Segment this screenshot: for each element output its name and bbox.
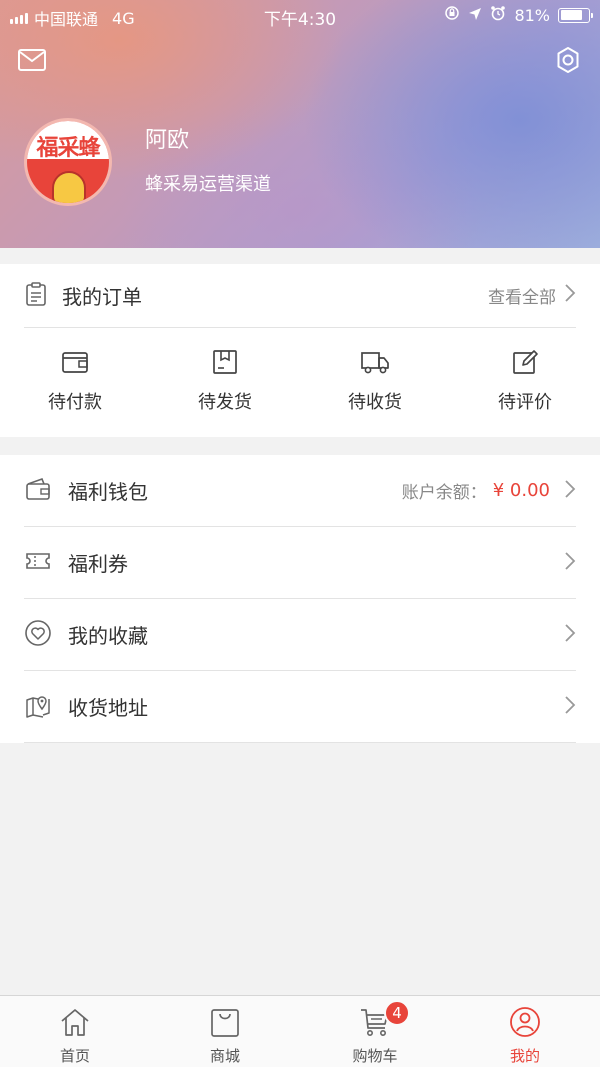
orders-title: 我的订单 bbox=[62, 285, 142, 309]
wallet-icon bbox=[24, 476, 52, 506]
tab-mine[interactable]: 我的 bbox=[450, 996, 600, 1067]
menu-label: 收货地址 bbox=[68, 696, 148, 720]
status-bar: 中国联通 4G 下午4:30 81% bbox=[0, 0, 600, 30]
battery-percent: 81% bbox=[514, 5, 550, 25]
order-status-label: 待评价 bbox=[498, 392, 552, 413]
location-icon bbox=[468, 6, 482, 25]
mail-icon[interactable] bbox=[16, 44, 48, 76]
chevron-right-icon bbox=[564, 551, 576, 575]
alarm-icon bbox=[490, 5, 506, 25]
balance-value: ¥ 0.00 bbox=[492, 480, 550, 501]
menu-section: 福利钱包 账户余额： ¥ 0.00 福利券 我的收藏 收货地址 bbox=[0, 455, 600, 743]
balance-label: 账户余额： bbox=[401, 483, 487, 503]
tab-bar: 首页 商城 4 购物车 我的 bbox=[0, 995, 600, 1067]
tab-home[interactable]: 首页 bbox=[0, 996, 150, 1067]
avatar-logo-text: 福采蜂 bbox=[36, 136, 100, 161]
menu-label: 我的收藏 bbox=[68, 624, 148, 648]
order-status-pending-payment[interactable]: 待付款 bbox=[0, 348, 150, 414]
truck-icon bbox=[359, 348, 391, 380]
package-icon bbox=[210, 348, 240, 380]
edit-icon bbox=[510, 348, 540, 380]
order-status-row: 待付款 待发货 待收货 待评价 bbox=[0, 348, 600, 414]
cart-badge: 4 bbox=[384, 1000, 410, 1026]
settings-icon[interactable] bbox=[552, 44, 584, 76]
order-status-pending-shipment[interactable]: 待发货 bbox=[150, 348, 300, 414]
avatar[interactable]: 福采蜂 bbox=[24, 118, 112, 206]
ticket-icon bbox=[24, 548, 52, 578]
view-all-label: 查看全部 bbox=[488, 288, 556, 308]
heart-icon bbox=[24, 619, 52, 651]
tab-mall[interactable]: 商城 bbox=[150, 996, 300, 1067]
wallet-icon bbox=[60, 348, 90, 380]
chevron-right-icon bbox=[564, 283, 576, 308]
menu-label: 福利钱包 bbox=[68, 480, 148, 504]
profile-header: 中国联通 4G 下午4:30 81% 福采蜂 阿欧 蜂采易运营渠道 bbox=[0, 0, 600, 248]
mascot-icon bbox=[52, 171, 86, 203]
menu-item-address[interactable]: 收货地址 bbox=[24, 671, 576, 743]
user-icon bbox=[508, 1006, 542, 1042]
chevron-right-icon bbox=[564, 479, 576, 503]
user-channel: 蜂采易运营渠道 bbox=[145, 174, 271, 195]
orders-header[interactable]: 我的订单 查看全部 bbox=[24, 264, 576, 328]
menu-item-favorites[interactable]: 我的收藏 bbox=[24, 599, 576, 671]
order-status-label: 待收货 bbox=[348, 392, 402, 413]
chevron-right-icon bbox=[564, 695, 576, 719]
menu-label: 福利券 bbox=[68, 552, 128, 576]
chevron-right-icon bbox=[564, 623, 576, 647]
home-icon bbox=[58, 1006, 92, 1042]
lock-rotation-icon bbox=[444, 5, 460, 25]
shopping-bag-icon bbox=[208, 1006, 242, 1042]
order-status-pending-review[interactable]: 待评价 bbox=[450, 348, 600, 414]
clipboard-icon bbox=[24, 281, 48, 311]
tab-label: 商城 bbox=[209, 1047, 240, 1065]
map-pin-icon bbox=[24, 691, 52, 723]
tab-label: 我的 bbox=[509, 1047, 540, 1065]
tab-label: 购物车 bbox=[352, 1047, 398, 1065]
tab-cart[interactable]: 4 购物车 bbox=[300, 996, 450, 1067]
order-status-pending-receipt[interactable]: 待收货 bbox=[300, 348, 450, 414]
order-status-label: 待发货 bbox=[198, 392, 252, 413]
orders-section: 我的订单 查看全部 待付款 待发货 待收货 待评价 bbox=[0, 264, 600, 437]
menu-item-wallet[interactable]: 福利钱包 账户余额： ¥ 0.00 bbox=[24, 455, 576, 527]
view-all-orders-link[interactable]: 查看全部 bbox=[488, 283, 576, 308]
user-name: 阿欧 bbox=[145, 128, 190, 153]
battery-icon bbox=[558, 7, 593, 23]
tab-label: 首页 bbox=[59, 1047, 90, 1065]
menu-item-coupon[interactable]: 福利券 bbox=[24, 527, 576, 599]
order-status-label: 待付款 bbox=[48, 392, 102, 413]
